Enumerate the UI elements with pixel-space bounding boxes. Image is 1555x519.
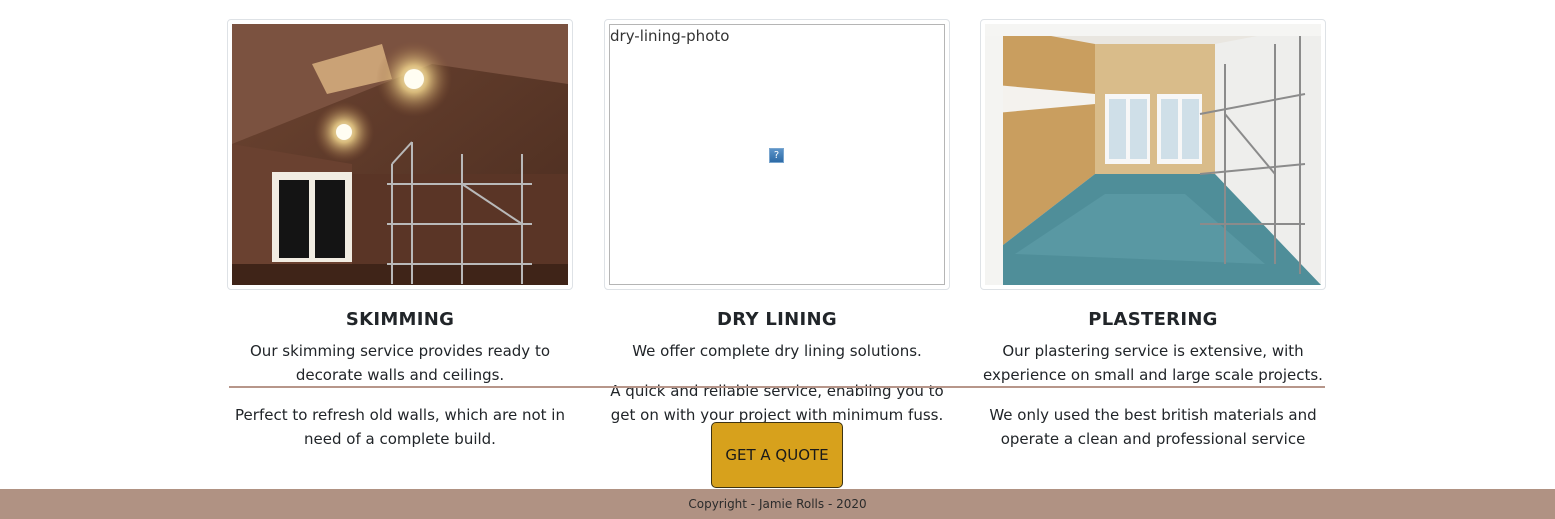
copyright-text: Copyright - Jamie Rolls - 2020	[688, 497, 867, 511]
service-title: PLASTERING	[1088, 309, 1218, 330]
image-alt-text: dry-lining-photo	[610, 27, 730, 45]
service-description: Our plastering service is extensive, wit…	[983, 342, 1323, 384]
footer: Copyright - Jamie Rolls - 2020	[0, 489, 1555, 519]
service-description: We only used the best british materials …	[989, 406, 1317, 448]
broken-image-placeholder: dry-lining-photo ?	[609, 24, 945, 285]
skimming-photo-frame	[227, 19, 573, 290]
get-a-quote-button[interactable]: GET A QUOTE	[711, 422, 843, 488]
service-description: Perfect to refresh old walls, which are …	[235, 406, 565, 448]
service-description: Our skimming service provides ready to d…	[250, 342, 550, 384]
dry-lining-photo-frame: dry-lining-photo ?	[604, 19, 950, 290]
service-description: We offer complete dry lining solutions.	[632, 342, 922, 360]
skimming-photo	[232, 24, 568, 285]
service-title: SKIMMING	[345, 309, 455, 330]
service-title: DRY LINING	[717, 309, 837, 330]
broken-image-icon: ?	[769, 148, 784, 163]
plastering-photo	[985, 24, 1321, 285]
section-divider	[229, 386, 1325, 388]
plastering-photo-frame	[980, 19, 1326, 290]
service-card-dry-lining: dry-lining-photo ? DRY LINING We offer c…	[604, 19, 950, 427]
